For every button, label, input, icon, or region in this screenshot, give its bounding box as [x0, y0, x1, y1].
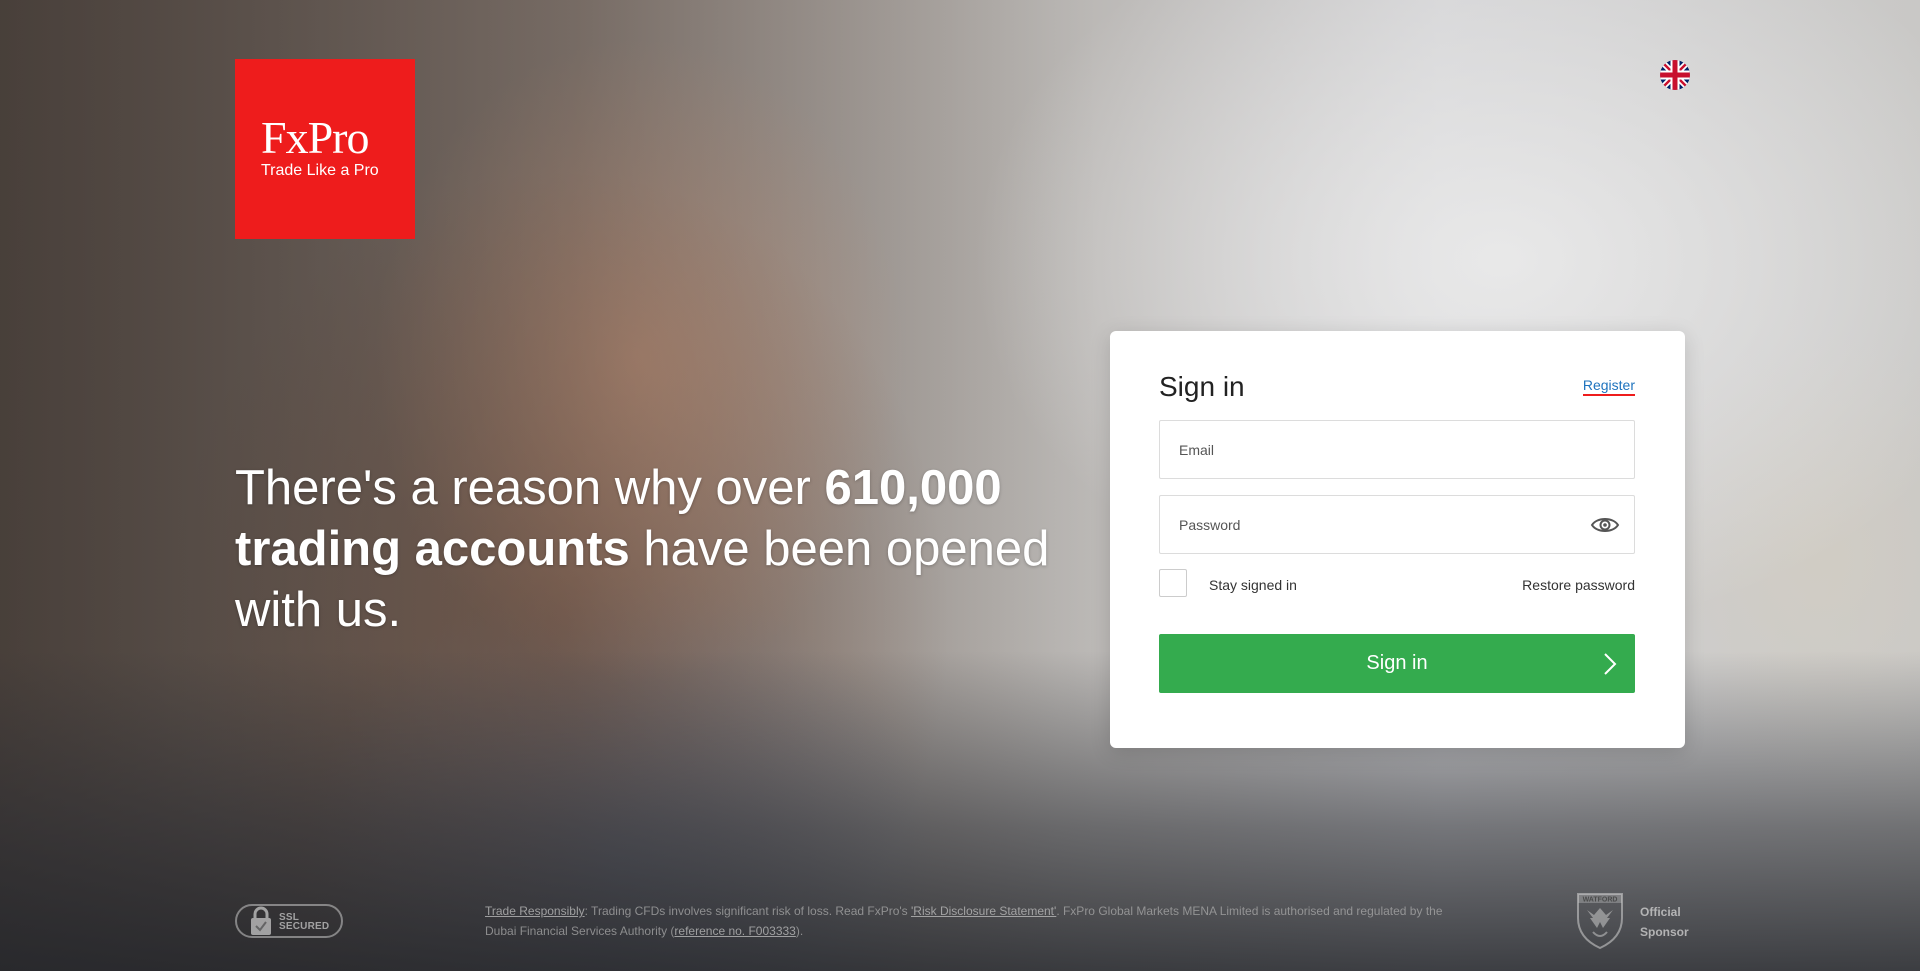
official-sponsor-label: Official Sponsor	[1640, 902, 1689, 942]
ssl-secured-badge: SSL SECURED	[235, 904, 343, 938]
headline-accounts-count: 610,000	[824, 461, 1002, 515]
login-page: FxPro Trade Like a Pro There's a reason …	[0, 0, 1920, 971]
email-field[interactable]	[1160, 421, 1634, 478]
disclaimer-text-1: : Trading CFDs involves significant risk…	[584, 904, 912, 918]
risk-disclosure-link[interactable]: 'Risk Disclosure Statement'	[911, 904, 1056, 918]
signin-button[interactable]: Sign in	[1159, 634, 1635, 693]
reference-link[interactable]: reference no. F003333	[674, 924, 795, 938]
signin-button-label: Sign in	[1366, 652, 1428, 674]
stay-signed-in-label[interactable]: Stay signed in	[1209, 577, 1297, 593]
eye-icon[interactable]	[1590, 513, 1620, 537]
sponsor-badge-text: WATFORD	[1583, 897, 1618, 904]
sponsor-line-1: Official	[1640, 905, 1681, 919]
trade-responsibly-link[interactable]: Trade Responsibly	[485, 904, 585, 918]
lock-icon	[249, 906, 273, 943]
risk-disclaimer: Trade Responsibly: Trading CFDs involves…	[485, 901, 1445, 941]
headline-text-1: There's a reason why over	[235, 461, 825, 515]
signin-card: Sign in Register Stay signed in Restore …	[1110, 331, 1685, 748]
watford-crest-icon: WATFORD	[1573, 888, 1627, 950]
logo-tagline: Trade Like a Pro	[261, 162, 379, 179]
uk-flag-icon[interactable]	[1660, 60, 1690, 90]
logo-name: FxPro	[261, 112, 369, 163]
register-link[interactable]: Register	[1582, 377, 1635, 397]
restore-password-link[interactable]: Restore password	[1522, 577, 1635, 593]
password-field[interactable]	[1160, 496, 1634, 553]
signin-title: Sign in	[1159, 371, 1245, 402]
chevron-right-icon	[1603, 652, 1617, 676]
headline-trading-accounts: trading accounts	[235, 522, 630, 576]
sponsor-line-2: Sponsor	[1640, 925, 1689, 939]
fxpro-logo[interactable]: FxPro Trade Like a Pro	[235, 59, 415, 239]
ssl-line-2: SECURED	[279, 921, 330, 932]
email-field-wrapper	[1159, 420, 1635, 479]
disclaimer-text-3: ).	[795, 924, 804, 938]
password-field-wrapper	[1159, 495, 1635, 554]
ssl-text: SSL SECURED	[279, 913, 330, 932]
headline: There's a reason why over 610,000 tradin…	[235, 458, 1095, 641]
stay-signed-in-checkbox[interactable]	[1159, 569, 1187, 597]
